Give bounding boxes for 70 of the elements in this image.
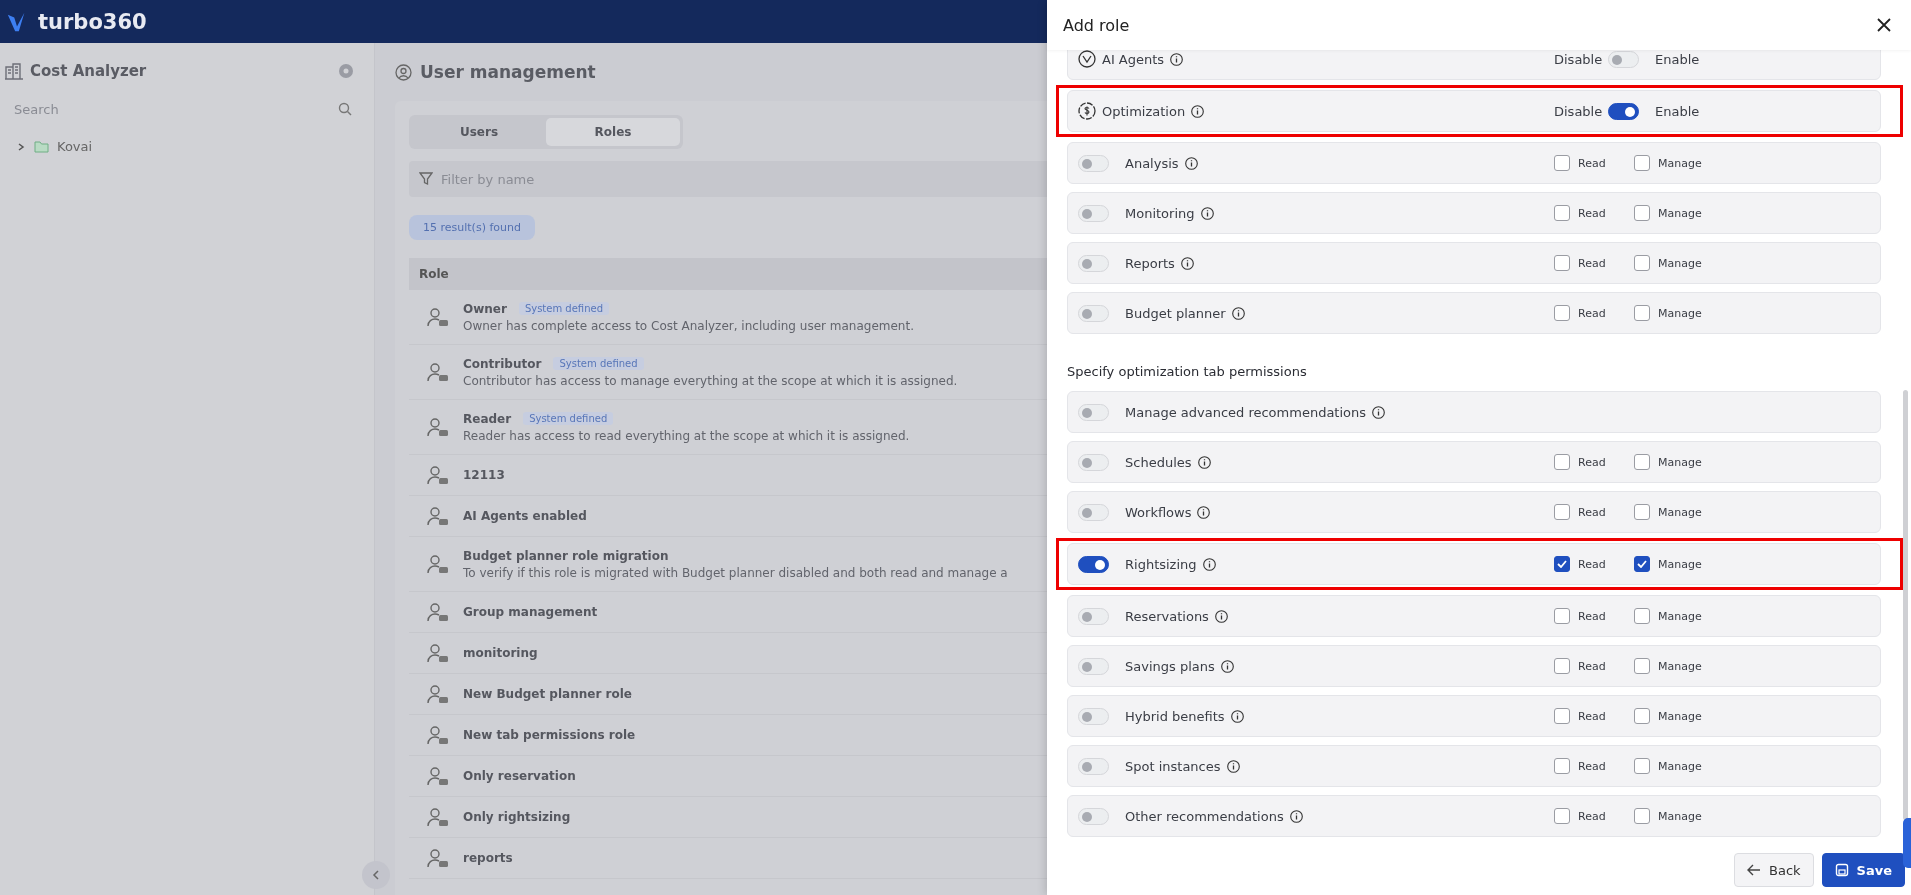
checkbox-label: Manage — [1658, 156, 1702, 170]
permission-label: Manage advanced recommendations — [1125, 404, 1367, 420]
checkbox-label: Manage — [1658, 206, 1702, 220]
checkbox-label: Read — [1578, 659, 1606, 673]
checkbox-label: Manage — [1658, 659, 1702, 673]
section-heading: Specify optimization tab permissions — [1067, 364, 1308, 379]
checkbox-label: Manage — [1658, 455, 1702, 469]
permission-label: Workflows — [1125, 504, 1192, 520]
role-name: New tab permissions role — [463, 728, 636, 742]
role-description: Contributor has access to manage everything at the scope at which it is assigned. — [463, 373, 958, 388]
checkbox-label: Read — [1578, 256, 1606, 270]
permission-label: Other recommendations — [1125, 808, 1284, 824]
checkbox-label: Read — [1578, 206, 1606, 220]
checkbox-label: Manage — [1658, 809, 1702, 823]
role-description: Owner has complete access to Cost Analyzer, including user management. — [463, 318, 914, 333]
checkbox-label: Read — [1578, 505, 1606, 519]
checkbox-label: Read — [1578, 455, 1606, 469]
role-description: Reader has access to read everything at the scope at which it is assigned. — [463, 428, 910, 443]
page-title: User management — [420, 62, 596, 82]
permission-label: Reservations — [1125, 608, 1209, 624]
permission-label: Rightsizing — [1125, 556, 1197, 572]
system-tag: System defined — [518, 302, 609, 315]
permission-label: Spot instances — [1125, 758, 1221, 774]
checkbox-label: Manage — [1658, 709, 1702, 723]
role-name: AI Agents enabled — [463, 509, 587, 523]
disable-label: Disable — [1554, 103, 1604, 119]
role-name: Contributor — [463, 356, 542, 371]
column-header: Role — [419, 267, 449, 281]
checkbox-label: Manage — [1658, 505, 1702, 519]
permission-label: Savings plans — [1125, 658, 1215, 674]
result-count: 15 result(s) found — [409, 215, 535, 240]
checkbox-label: Read — [1578, 557, 1606, 571]
checkbox-label: Read — [1578, 306, 1606, 320]
role-name: Owner — [463, 301, 507, 316]
role-name: 12113 — [463, 468, 505, 482]
permission-label: Schedules — [1125, 454, 1192, 470]
permission-label: Hybrid benefits — [1125, 708, 1225, 724]
checkbox-label: Manage — [1658, 256, 1702, 270]
system-tag: System defined — [553, 357, 644, 370]
checkbox-label: Read — [1578, 609, 1606, 623]
role-name: monitoring — [463, 646, 538, 660]
role-name: Reader — [463, 411, 512, 426]
enable-label: Enable — [1655, 103, 1701, 119]
checkbox-label: Read — [1578, 759, 1606, 773]
app-name: turbo360 — [38, 9, 147, 34]
permission-label: Reports — [1125, 255, 1175, 271]
role-name: Only reservation — [463, 769, 576, 783]
role-name: Only rightsizing — [463, 810, 571, 824]
enable-label: Enable — [1655, 51, 1701, 67]
feature-label: AI Agents — [1102, 51, 1165, 67]
checkbox-label: Manage — [1658, 609, 1702, 623]
role-name: Group management — [463, 605, 598, 619]
permission-label: Analysis — [1125, 155, 1179, 171]
role-name: Budget planner role migration — [463, 548, 669, 563]
system-tag: System defined — [523, 412, 614, 425]
role-description: To verify if this role is migrated with Budget planner disabled and both read and manage a — [463, 565, 1008, 580]
checkbox-label: Read — [1578, 156, 1606, 170]
sidebar-title: Cost Analyzer — [30, 62, 147, 80]
checkbox-label: Read — [1578, 809, 1606, 823]
permission-label: Budget planner — [1125, 305, 1226, 321]
role-name: New Budget planner role — [463, 687, 632, 701]
checkbox-label: Manage — [1658, 306, 1702, 320]
drawer-title: Add role — [1063, 15, 1130, 35]
disable-label: Disable — [1554, 51, 1604, 67]
permission-label: Monitoring — [1125, 205, 1195, 221]
role-name: reports — [463, 851, 513, 865]
checkbox-label: Manage — [1658, 759, 1702, 773]
feature-label: Optimization — [1102, 103, 1186, 119]
checkbox-label: Read — [1578, 709, 1606, 723]
checkbox-label: Manage — [1658, 557, 1702, 571]
